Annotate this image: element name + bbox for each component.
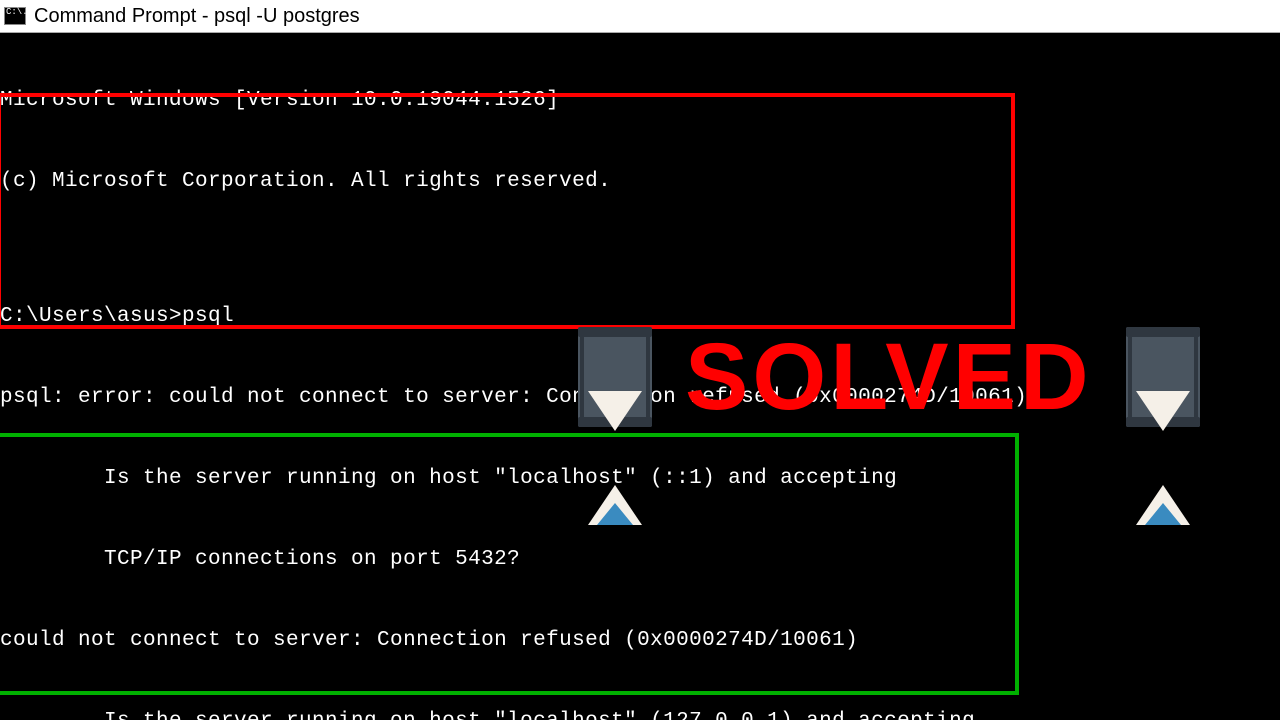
terminal-area[interactable]: Microsoft Windows [Version 10.0.19044.15… (0, 33, 1280, 720)
terminal-line: Microsoft Windows [Version 10.0.19044.15… (0, 87, 1027, 114)
terminal-line: Is the server running on host "localhost… (0, 465, 1027, 492)
terminal-line: (c) Microsoft Corporation. All rights re… (0, 168, 1027, 195)
terminal-output: Microsoft Windows [Version 10.0.19044.15… (0, 33, 1027, 720)
terminal-line: C:\Users\asus>psql (0, 303, 1027, 330)
window-titlebar[interactable]: C:\. Command Prompt - psql -U postgres (0, 0, 1280, 33)
terminal-line: could not connect to server: Connection … (0, 627, 1027, 654)
hourglass-icon (1123, 327, 1203, 427)
terminal-line: TCP/IP connections on port 5432? (0, 546, 1027, 573)
terminal-line: Is the server running on host "localhost… (0, 708, 1027, 720)
cmd-prompt-icon: C:\. (4, 7, 26, 25)
window-title: Command Prompt - psql -U postgres (34, 5, 360, 28)
terminal-line: psql: error: could not connect to server… (0, 384, 1027, 411)
